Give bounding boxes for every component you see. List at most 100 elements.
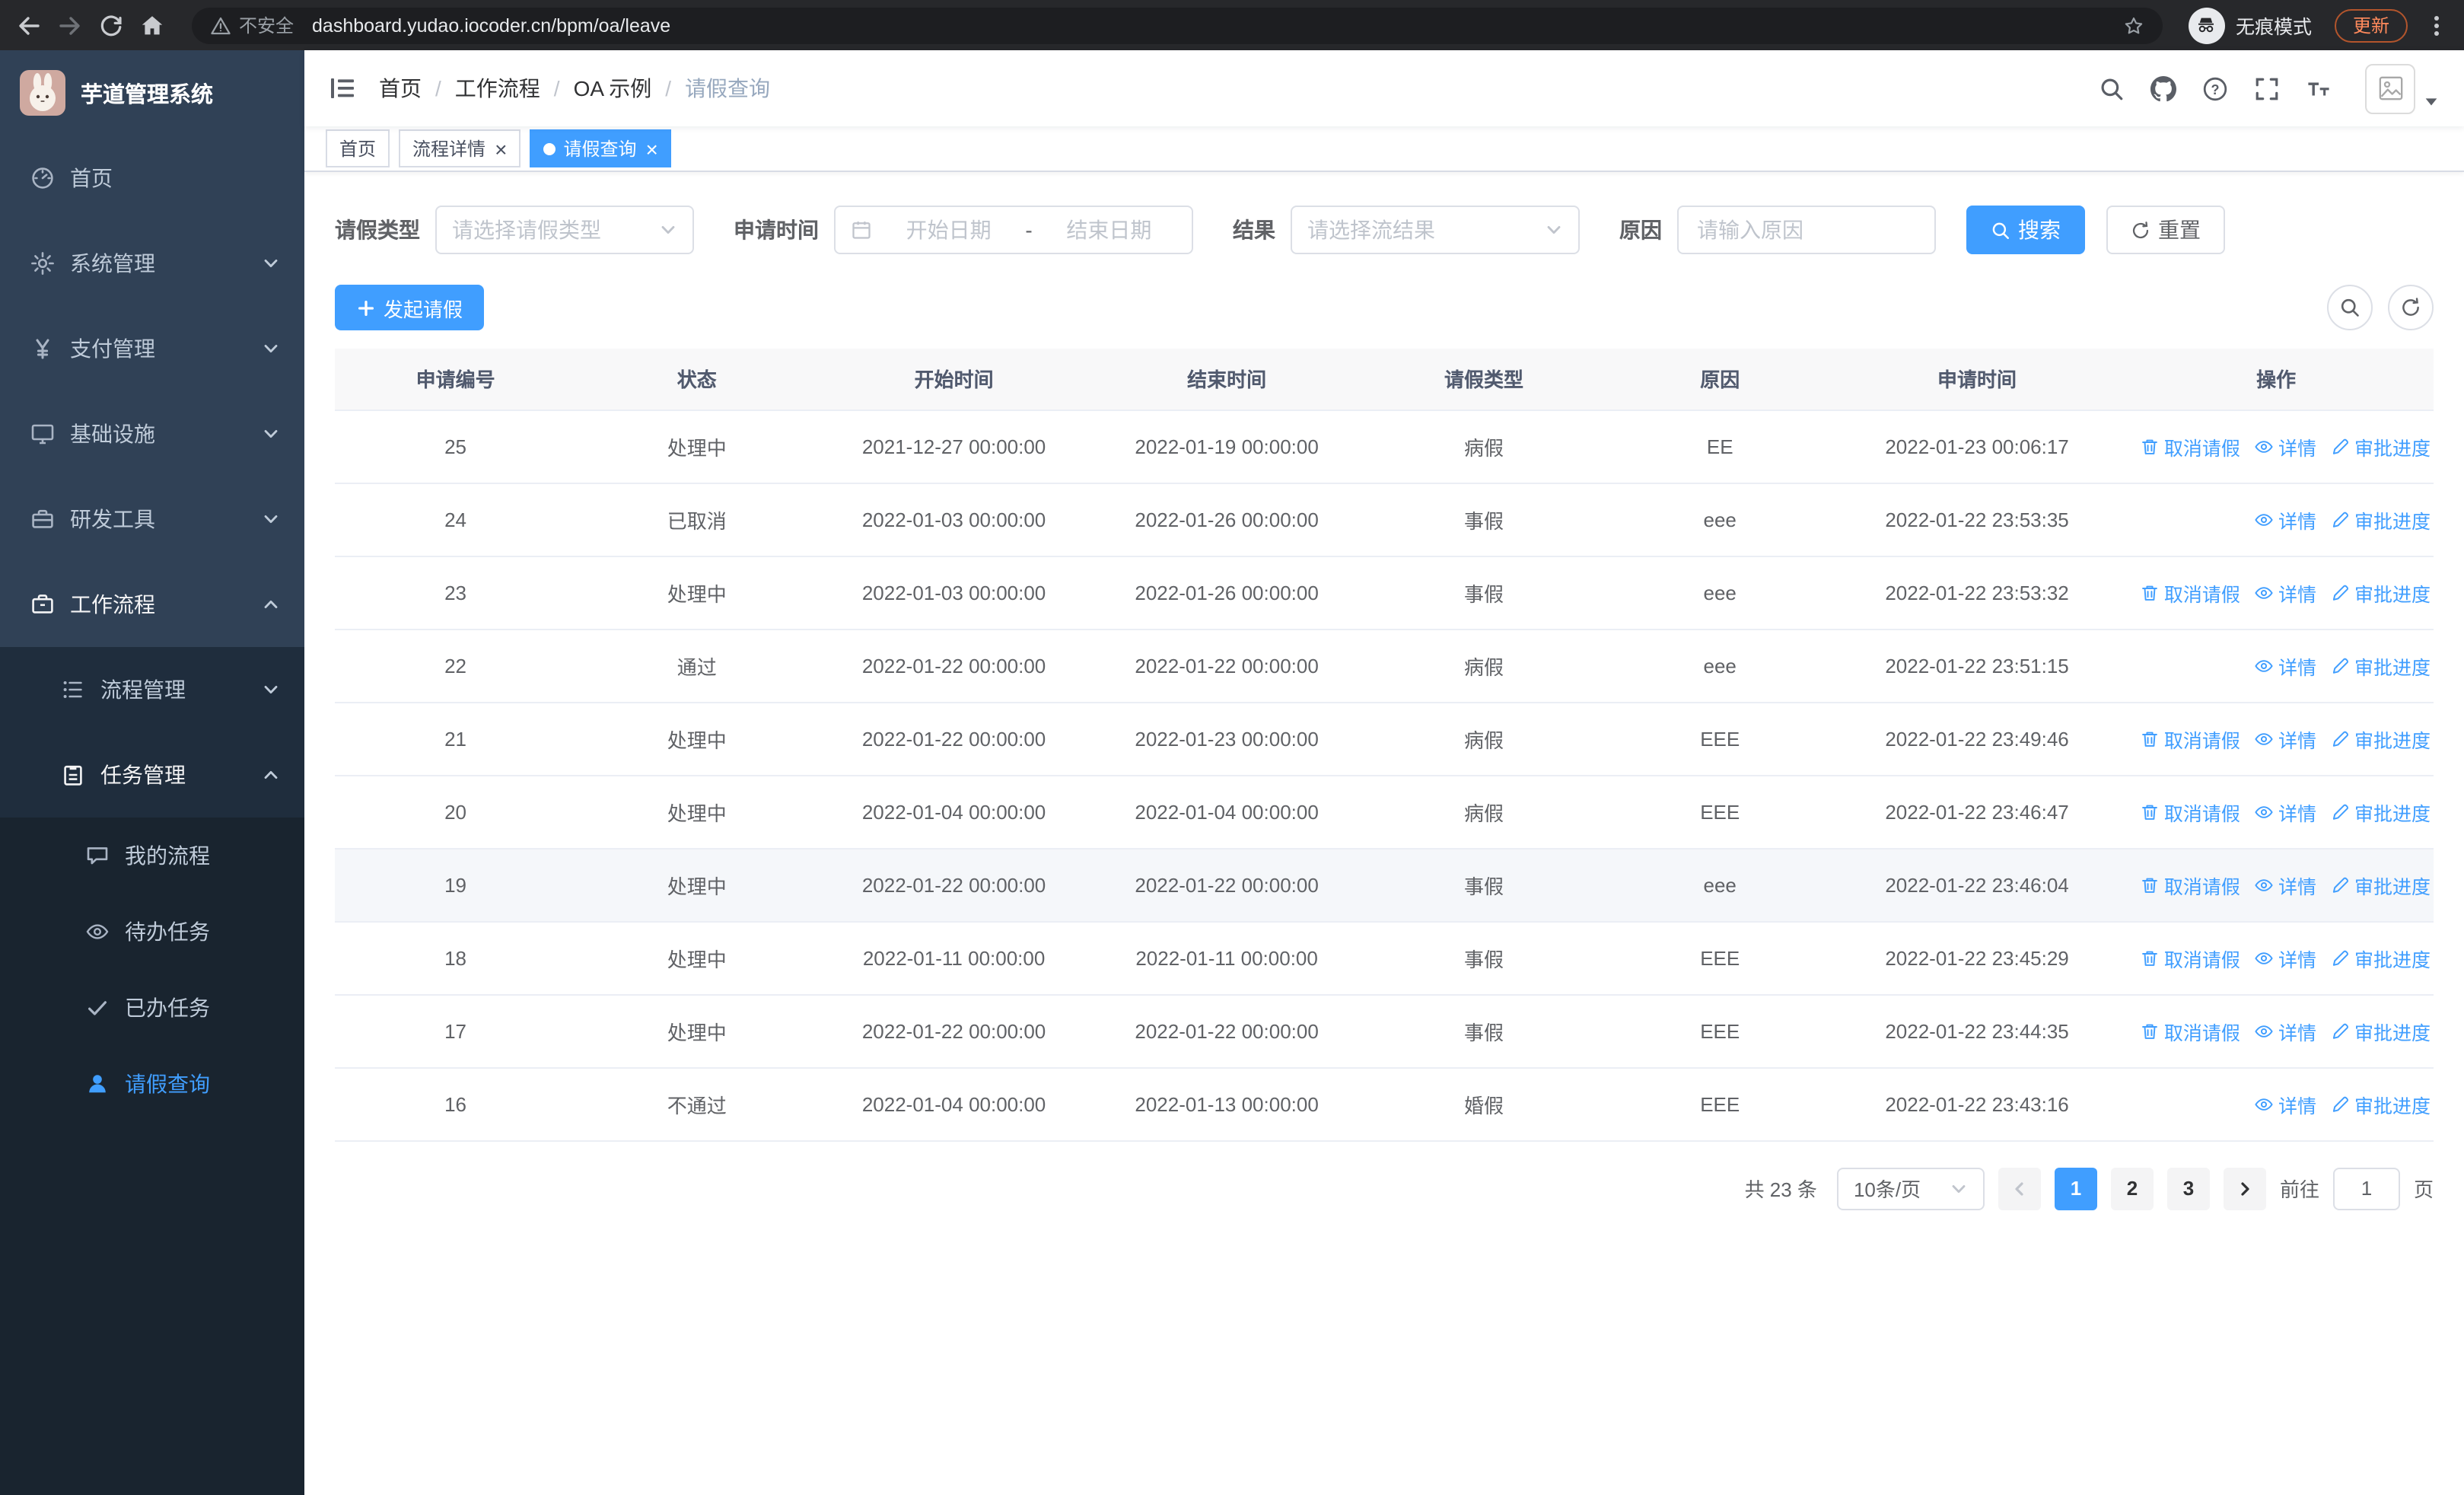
sidebar-item-9[interactable]: 我的流程 xyxy=(0,818,304,894)
cell-leave-type: 病假 xyxy=(1363,629,1605,703)
next-page-button[interactable] xyxy=(2223,1167,2266,1210)
sidebar-item-1[interactable]: 首页 xyxy=(0,135,304,221)
bookmark-star-icon[interactable] xyxy=(2123,14,2144,36)
url-text[interactable]: dashboard.yudao.iocoder.cn/bpm/oa/leave xyxy=(312,14,2114,36)
cancel-link[interactable]: 取消请假 xyxy=(2140,797,2240,826)
reason-input[interactable] xyxy=(1697,218,1916,242)
action-label: 审批进度 xyxy=(2354,1022,2431,1044)
page-size-select[interactable]: 10条/页 xyxy=(1836,1167,1985,1210)
cell-id: 22 xyxy=(335,629,577,703)
detail-link[interactable]: 详情 xyxy=(2254,432,2316,461)
progress-link[interactable]: 审批进度 xyxy=(2330,578,2431,607)
browser-back-icon[interactable] xyxy=(15,11,43,39)
update-button[interactable]: 更新 xyxy=(2334,8,2408,42)
leave-type-select[interactable]: 请选择请假类型 xyxy=(435,206,694,254)
trash-icon xyxy=(2140,948,2160,967)
detail-link[interactable]: 详情 xyxy=(2254,578,2316,607)
breadcrumb-item[interactable]: 工作流程 xyxy=(455,73,540,104)
tab-1[interactable]: 首页 xyxy=(326,129,390,167)
sidebar-item-8[interactable]: 任务管理 xyxy=(0,732,304,818)
detail-link[interactable]: 详情 xyxy=(2254,724,2316,753)
result-select[interactable]: 请选择流结果 xyxy=(1291,206,1580,254)
progress-link[interactable]: 审批进度 xyxy=(2330,1089,2431,1118)
browser-chrome: 不安全 dashboard.yudao.iocoder.cn/bpm/oa/le… xyxy=(0,0,2464,50)
close-tab-icon[interactable]: × xyxy=(645,138,657,159)
progress-link[interactable]: 审批进度 xyxy=(2330,651,2431,680)
tab-3[interactable]: 请假查询 × xyxy=(530,129,672,167)
browser-menu-icon[interactable] xyxy=(2424,13,2449,37)
cell-apply-time: 2022-01-22 23:53:35 xyxy=(1835,483,2119,556)
progress-link[interactable]: 审批进度 xyxy=(2330,943,2431,972)
browser-home-icon[interactable] xyxy=(138,11,166,39)
cancel-link[interactable]: 取消请假 xyxy=(2140,1016,2240,1045)
security-indicator[interactable]: 不安全 xyxy=(210,12,294,38)
detail-link[interactable]: 详情 xyxy=(2254,870,2316,899)
sidebar-collapse-icon[interactable] xyxy=(329,75,356,102)
result-label: 结果 xyxy=(1233,218,1275,242)
help-icon[interactable]: ? xyxy=(2202,75,2228,101)
detail-link[interactable]: 详情 xyxy=(2254,1016,2316,1045)
column-header: 操作 xyxy=(2119,349,2434,410)
cell-status: 已取消 xyxy=(576,483,818,556)
table-row: 16 不通过 2022-01-04 00:00:00 2022-01-13 00:00… xyxy=(335,1067,2434,1141)
breadcrumb-item[interactable]: 首页 xyxy=(379,73,422,104)
page-button-1[interactable]: 1 xyxy=(2054,1167,2097,1210)
github-icon[interactable] xyxy=(2150,75,2176,101)
cancel-link[interactable]: 取消请假 xyxy=(2140,943,2240,972)
sidebar-item-2[interactable]: 系统管理 xyxy=(0,221,304,306)
progress-link[interactable]: 审批进度 xyxy=(2330,870,2431,899)
detail-link[interactable]: 详情 xyxy=(2254,651,2316,680)
browser-reload-icon[interactable] xyxy=(97,11,125,39)
sidebar-item-12[interactable]: 请假查询 xyxy=(0,1046,304,1122)
progress-link[interactable]: 审批进度 xyxy=(2330,724,2431,753)
progress-link[interactable]: 审批进度 xyxy=(2330,432,2431,461)
action-label: 详情 xyxy=(2278,803,2316,824)
incognito-badge xyxy=(2188,7,2225,43)
chevron-down-icon xyxy=(659,221,677,239)
apply-time-range-picker[interactable]: 开始日期 - 结束日期 xyxy=(834,206,1193,254)
toggle-search-button[interactable] xyxy=(2327,285,2373,330)
prev-page-button[interactable] xyxy=(1998,1167,2041,1210)
breadcrumb-item[interactable]: OA 示例 xyxy=(574,73,652,104)
range-separator: - xyxy=(1025,218,1033,242)
address-bar[interactable]: 不安全 dashboard.yudao.iocoder.cn/bpm/oa/le… xyxy=(192,7,2163,43)
user-avatar[interactable] xyxy=(2365,63,2440,113)
sidebar-item-3[interactable]: 支付管理 xyxy=(0,306,304,391)
cancel-link[interactable]: 取消请假 xyxy=(2140,724,2240,753)
progress-link[interactable]: 审批进度 xyxy=(2330,797,2431,826)
progress-link[interactable]: 审批进度 xyxy=(2330,1016,2431,1045)
detail-link[interactable]: 详情 xyxy=(2254,943,2316,972)
detail-link[interactable]: 详情 xyxy=(2254,797,2316,826)
sidebar-item-label: 我的流程 xyxy=(125,843,210,868)
sidebar-item-4[interactable]: 基础设施 xyxy=(0,391,304,477)
progress-link[interactable]: 审批进度 xyxy=(2330,505,2431,534)
sidebar-item-5[interactable]: 研发工具 xyxy=(0,477,304,562)
create-leave-button[interactable]: 发起请假 xyxy=(335,285,485,330)
goto-page-input[interactable] xyxy=(2332,1167,2400,1210)
search-button-label: 搜索 xyxy=(2018,218,2061,242)
sidebar-item-7[interactable]: 流程管理 xyxy=(0,647,304,732)
search-button[interactable]: 搜索 xyxy=(1966,206,2085,254)
sidebar-item-11[interactable]: 已办任务 xyxy=(0,970,304,1046)
font-size-icon[interactable] xyxy=(2306,75,2332,101)
process-icon xyxy=(61,677,85,702)
sidebar-item-6[interactable]: 工作流程 xyxy=(0,562,304,647)
cancel-link[interactable]: 取消请假 xyxy=(2140,578,2240,607)
close-tab-icon[interactable]: × xyxy=(495,138,507,159)
tab-2[interactable]: 流程详情 × xyxy=(399,129,521,167)
sidebar-item-10[interactable]: 待办任务 xyxy=(0,894,304,970)
search-icon[interactable] xyxy=(2099,75,2125,101)
page-button-2[interactable]: 2 xyxy=(2110,1167,2154,1210)
page-button-3[interactable]: 3 xyxy=(2166,1167,2210,1210)
edit-icon xyxy=(2330,802,2350,821)
refresh-table-button[interactable] xyxy=(2388,285,2434,330)
cell-reason: EE xyxy=(1604,410,1835,483)
reset-button[interactable]: 重置 xyxy=(2106,206,2225,254)
browser-forward-icon[interactable] xyxy=(56,11,84,39)
cancel-link[interactable]: 取消请假 xyxy=(2140,432,2240,461)
detail-link[interactable]: 详情 xyxy=(2254,505,2316,534)
fullscreen-icon[interactable] xyxy=(2254,75,2280,101)
cancel-link[interactable]: 取消请假 xyxy=(2140,870,2240,899)
detail-link[interactable]: 详情 xyxy=(2254,1089,2316,1118)
app-logo[interactable]: 芋道管理系统 xyxy=(0,50,304,135)
